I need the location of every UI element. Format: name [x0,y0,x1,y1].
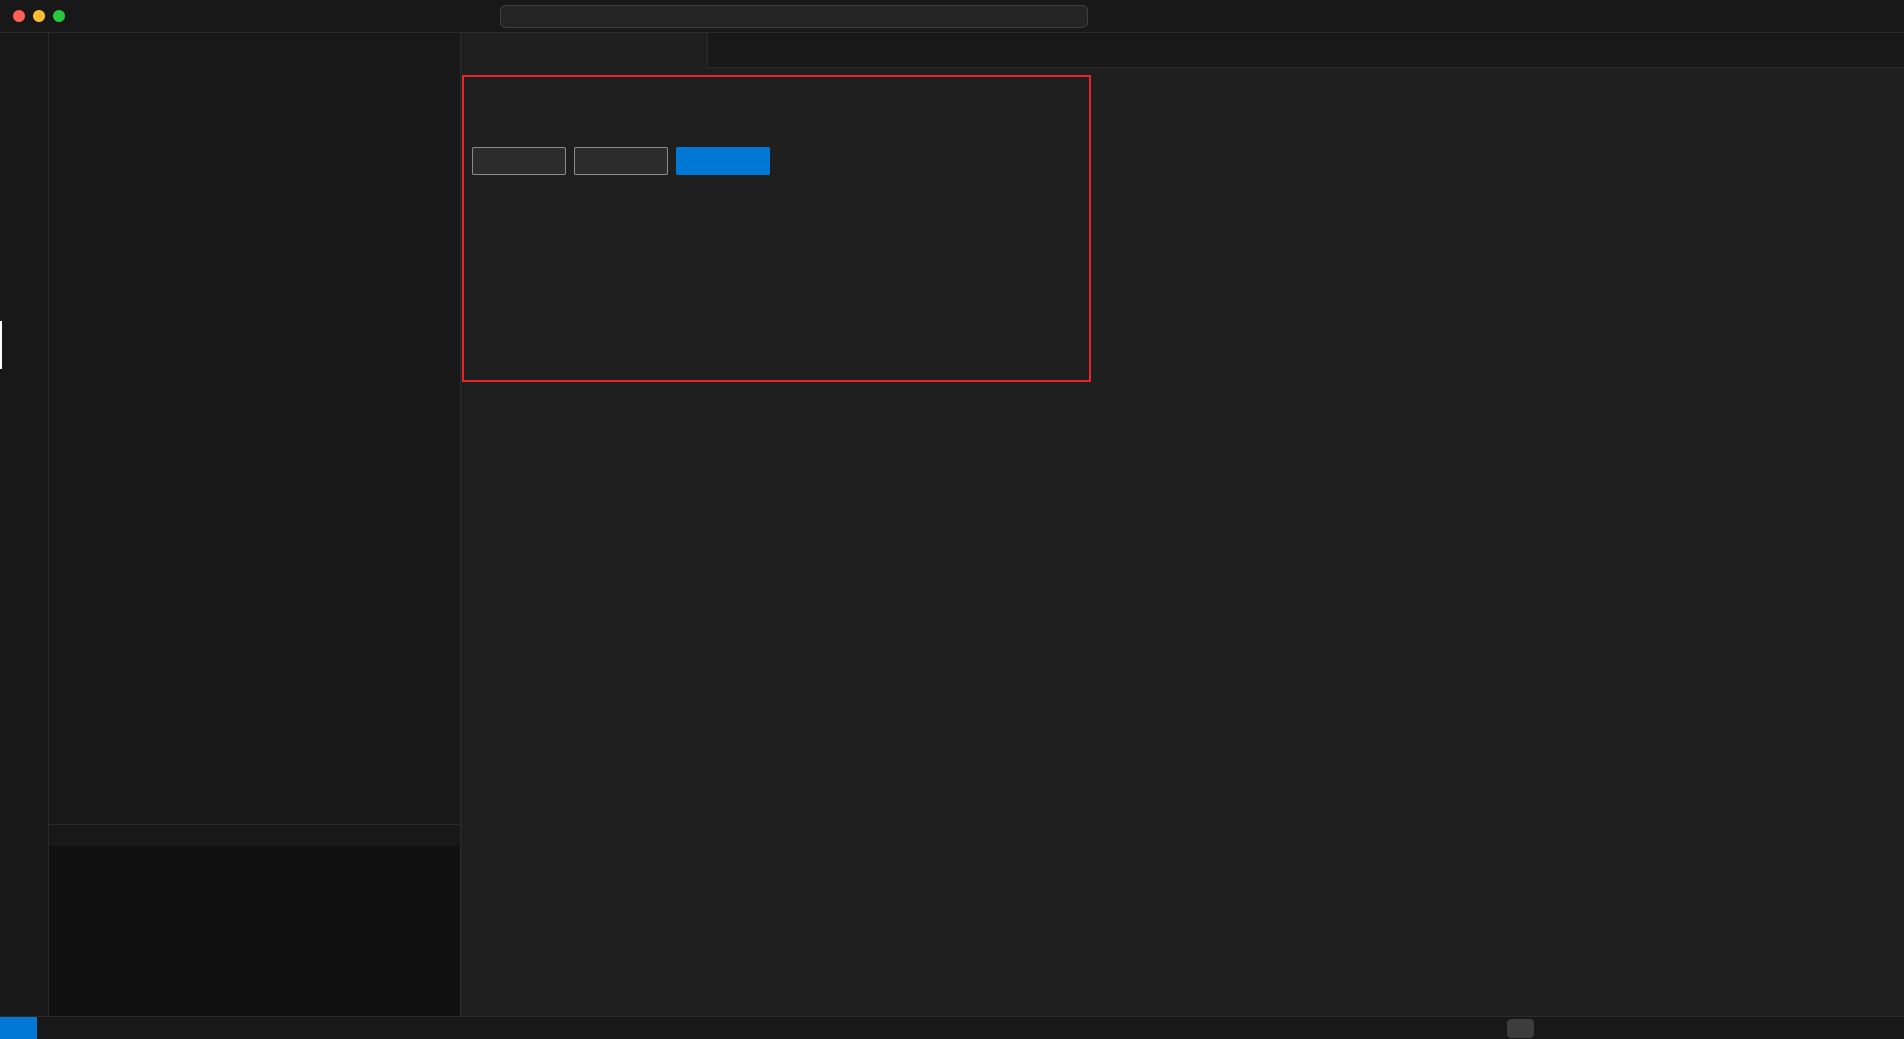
settings-gear-icon[interactable] [0,968,48,1016]
filter-settings-panel [461,68,1904,175]
command-center-search[interactable] [500,5,1088,28]
tab-bar [461,33,1904,68]
chevron-right-icon [53,828,69,844]
ok-button[interactable] [676,147,770,175]
chevron-down-icon [53,71,69,87]
search-sidebar-icon[interactable] [0,81,48,129]
explorer-icon[interactable] [0,33,48,81]
zoom-status-icon[interactable] [1507,1019,1534,1038]
remote-indicator[interactable] [0,1017,37,1039]
minimize-window-button[interactable] [33,10,45,22]
editor-area [461,33,1904,1016]
source-control-icon[interactable] [0,129,48,177]
remote-explorer-icon[interactable] [0,225,48,273]
sql-server-sidebar [49,33,461,1016]
editor-actions [1544,33,1558,68]
history-navigation [437,0,487,33]
query-history-body [49,846,460,1016]
sql-server-icon[interactable] [0,321,48,369]
close-window-button[interactable] [13,10,25,22]
query-history-header[interactable] [49,824,460,846]
accounts-icon[interactable] [0,920,48,968]
activity-bar [0,33,49,1016]
status-bar [0,1016,1904,1039]
extensions-icon[interactable] [0,273,48,321]
zoom-window-button[interactable] [53,10,65,22]
filter-table-header [461,94,1904,132]
filter-buttons [472,147,1904,175]
copilot-menu[interactable] [1101,0,1103,33]
connections-section-header[interactable] [49,68,460,90]
clear-all-button[interactable] [472,147,566,175]
close-button[interactable] [574,147,668,175]
workbench [0,33,1904,1016]
tab-object-explorer-filter[interactable] [461,33,708,69]
sidebar-header [49,33,460,68]
run-debug-icon[interactable] [0,177,48,225]
title-bar [0,0,1904,33]
window-controls [13,10,65,22]
layout-controls [1456,0,1489,33]
vscode-window [0,0,1904,1039]
close-tab-icon[interactable] [679,42,697,60]
filter-table [461,94,1904,132]
query-history-section [49,824,460,1016]
status-bar-right [1507,1017,1554,1039]
